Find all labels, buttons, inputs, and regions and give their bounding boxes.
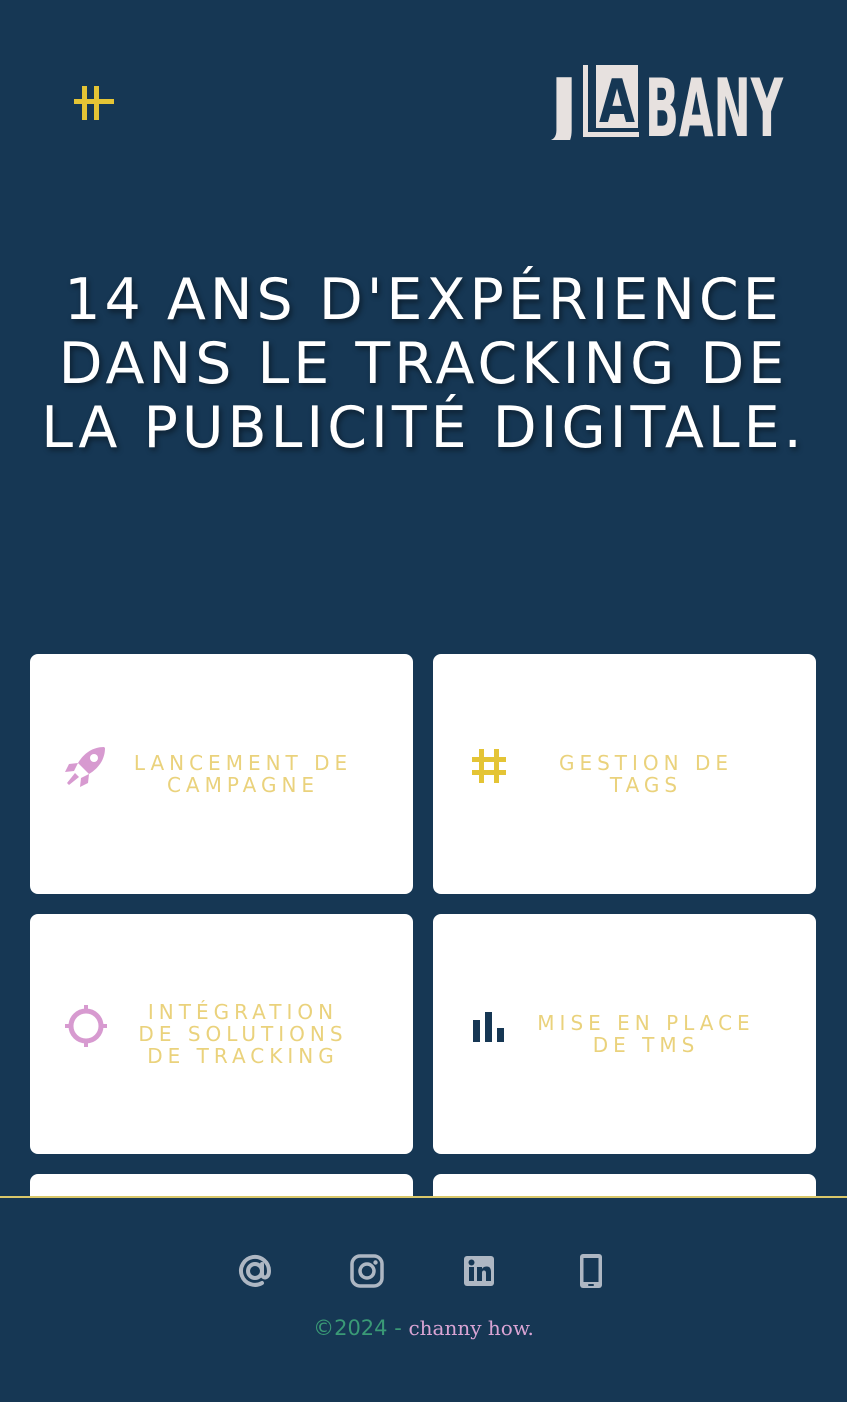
logo-letter-j: J xyxy=(547,62,579,140)
logo-letter-a: A xyxy=(599,67,635,137)
linkedin-link[interactable] xyxy=(460,1252,498,1290)
copyright-year: ©2024 - xyxy=(313,1316,402,1340)
rocket-icon xyxy=(64,744,108,788)
service-card-tracking-integration[interactable]: INTÉGRATION DE SOLUTIONS DE TRACKING xyxy=(30,914,413,1154)
logo-letters-bany: BANY xyxy=(645,62,784,140)
service-card-tag-management[interactable]: GESTION DE TAGS xyxy=(433,654,816,894)
service-card-partial[interactable] xyxy=(433,1174,816,1197)
mobile-phone-icon xyxy=(580,1254,602,1288)
footer-divider xyxy=(0,1196,847,1198)
service-card-partial[interactable] xyxy=(30,1174,413,1197)
instagram-icon xyxy=(350,1254,384,1288)
service-label: LANCEMENT DE CAMPAGNE xyxy=(133,751,353,797)
social-links xyxy=(0,1252,847,1292)
instagram-link[interactable] xyxy=(348,1252,386,1290)
bar-chart-icon xyxy=(467,1004,511,1048)
service-label: MISE EN PLACE DE TMS xyxy=(537,1011,755,1057)
phone-link[interactable] xyxy=(572,1252,610,1290)
linkedin-icon xyxy=(464,1256,494,1286)
services-grid[interactable]: LANCEMENT DE CAMPAGNE GESTION DE TAGS IN… xyxy=(0,654,847,1197)
email-link[interactable] xyxy=(236,1252,274,1290)
service-label: GESTION DE TAGS xyxy=(558,751,734,797)
service-label: INTÉGRATION DE SOLUTIONS DE TRACKING xyxy=(138,1000,348,1068)
copyright-brand-link[interactable]: channy how. xyxy=(408,1316,533,1340)
menu-button[interactable] xyxy=(72,83,116,123)
logo[interactable]: J A BANY xyxy=(543,58,785,155)
crosshair-icon xyxy=(64,1004,108,1048)
hero-title: 14 ANS D'EXPÉRIENCE DANS LE TRACKING DE … xyxy=(41,267,806,461)
hashtag-icon xyxy=(467,744,511,788)
hash-menu-icon xyxy=(74,86,114,120)
logo-mark: J A BANY xyxy=(543,62,784,155)
copyright: ©2024 - channy how. xyxy=(0,1316,847,1340)
service-card-tms-setup[interactable]: MISE EN PLACE DE TMS xyxy=(433,914,816,1154)
at-sign-icon xyxy=(239,1254,272,1287)
service-card-campaign-launch[interactable]: LANCEMENT DE CAMPAGNE xyxy=(30,654,413,894)
